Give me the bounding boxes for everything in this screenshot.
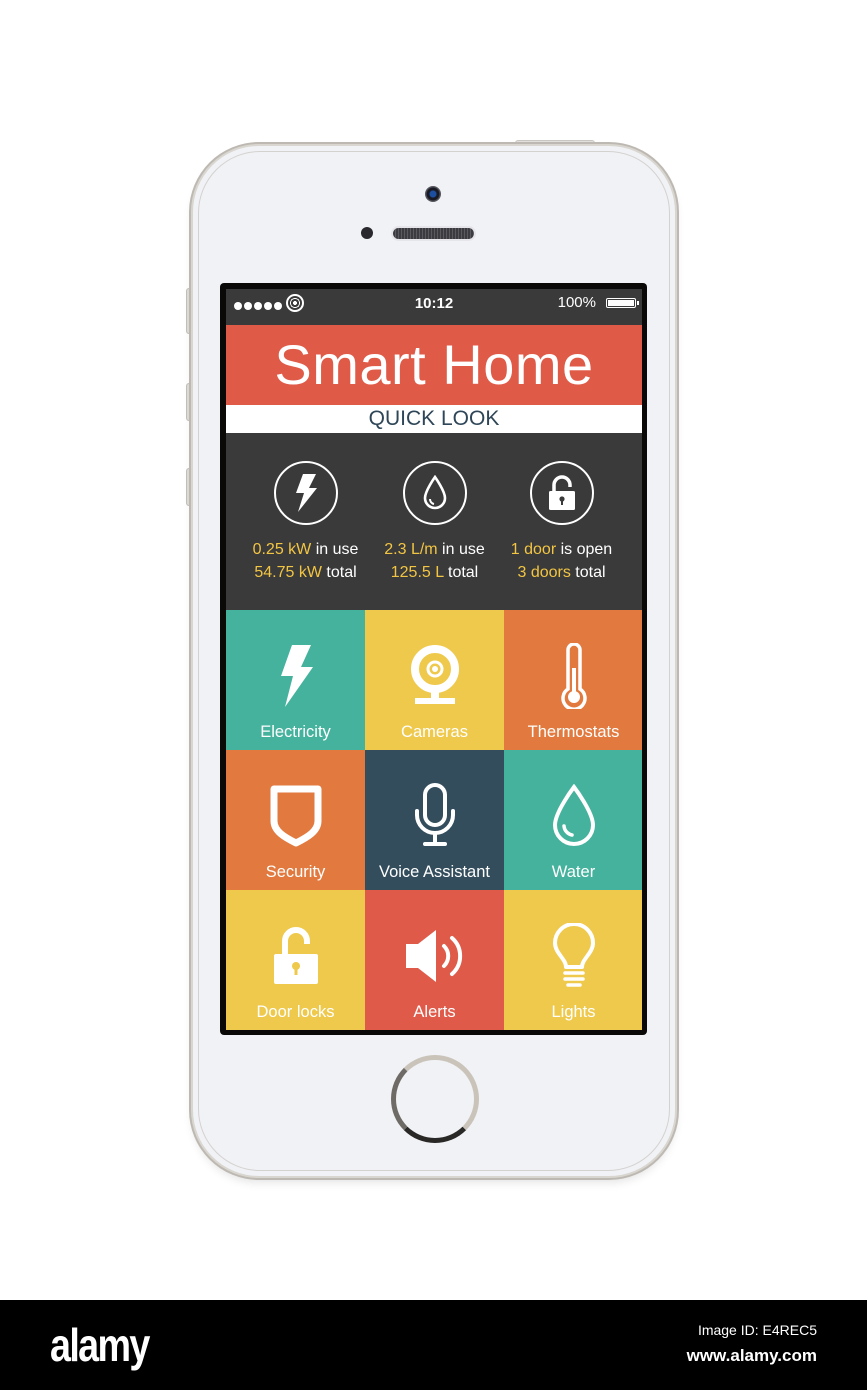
battery-percent: 100% <box>557 294 596 311</box>
tile-label: Water <box>551 863 596 881</box>
unlocked-padlock-icon <box>226 920 365 992</box>
tile-electricity[interactable]: Electricity <box>226 610 365 750</box>
front-camera <box>425 186 441 202</box>
proximity-sensor <box>361 227 373 239</box>
tile-water[interactable]: Water <box>504 750 642 890</box>
doors-total-value: 3 doors <box>517 564 571 581</box>
earpiece-speaker <box>393 228 474 239</box>
tile-label: Door locks <box>256 1003 335 1021</box>
power-total-value: 54.75 kW <box>254 564 322 581</box>
volume-down-button <box>186 468 193 506</box>
doors-total-label: total <box>570 564 606 581</box>
shield-icon <box>226 780 365 852</box>
smart-home-app: 10:12 100% Smart Home QUICK LOOK 0.25 kW… <box>226 289 642 1030</box>
tile-alerts[interactable]: Alerts <box>365 890 504 1030</box>
thermometer-icon <box>504 640 642 712</box>
doors-open-value: 1 door <box>510 541 557 558</box>
feature-grid: Electricity Cameras Thermostats Security <box>226 610 642 1030</box>
water-drop-icon <box>402 461 467 525</box>
lightning-icon <box>273 461 338 525</box>
app-title: Smart Home <box>226 325 642 405</box>
volume-up-button <box>186 383 193 421</box>
battery-icon <box>606 298 639 308</box>
speaker-icon <box>365 920 504 992</box>
tile-door-locks[interactable]: Door locks <box>226 890 365 1030</box>
tile-thermostats[interactable]: Thermostats <box>504 610 642 750</box>
water-flow-label: in use <box>437 541 485 558</box>
site-url: www.alamy.com <box>686 1346 817 1365</box>
power-in-use-value: 0.25 kW <box>252 541 312 558</box>
tile-cameras[interactable]: Cameras <box>365 610 504 750</box>
water-drop-icon <box>504 780 642 852</box>
power-total-label: total <box>321 564 357 581</box>
quick-look-doors[interactable]: 1 door is open 3 doors total <box>492 461 631 584</box>
tile-label: Cameras <box>401 723 468 741</box>
doors-open-label: is open <box>556 541 613 558</box>
power-in-use-label: in use <box>311 541 359 558</box>
image-id-label: Image ID: E4REC5 <box>697 1322 817 1338</box>
lightbulb-icon <box>504 920 642 992</box>
webcam-icon <box>365 640 504 712</box>
tile-label: Lights <box>551 1003 596 1021</box>
quick-look-panel: 0.25 kW in use 54.75 kW total 2.3 L/m in… <box>226 433 642 610</box>
water-total-value: 125.5 L <box>390 564 444 581</box>
lightning-icon <box>226 640 365 712</box>
tile-label: Security <box>265 863 326 881</box>
microphone-icon <box>365 780 504 852</box>
tile-label: Electricity <box>260 723 331 741</box>
tile-security[interactable]: Security <box>226 750 365 890</box>
quick-look-heading: QUICK LOOK <box>226 405 642 433</box>
unlocked-padlock-icon <box>529 461 594 525</box>
tile-voice-assistant[interactable]: Voice Assistant <box>365 750 504 890</box>
home-button[interactable] <box>391 1055 479 1143</box>
tile-label: Thermostats <box>527 723 620 741</box>
tile-label: Voice Assistant <box>379 863 490 881</box>
water-flow-value: 2.3 L/m <box>384 541 438 558</box>
quick-look-electricity[interactable]: 0.25 kW in use 54.75 kW total <box>236 461 375 584</box>
quick-look-water[interactable]: 2.3 L/m in use 125.5 L total <box>365 461 504 584</box>
status-bar: 10:12 100% <box>226 289 642 325</box>
alamy-logo: alamy <box>50 1319 150 1371</box>
tile-lights[interactable]: Lights <box>504 890 642 1030</box>
watermark-footer: alamy Image ID: E4REC5 www.alamy.com <box>0 1300 867 1390</box>
water-total-label: total <box>443 564 479 581</box>
tile-label: Alerts <box>413 1003 456 1021</box>
phone-screen: 10:12 100% Smart Home QUICK LOOK 0.25 kW… <box>220 283 647 1035</box>
mute-switch <box>186 288 193 334</box>
